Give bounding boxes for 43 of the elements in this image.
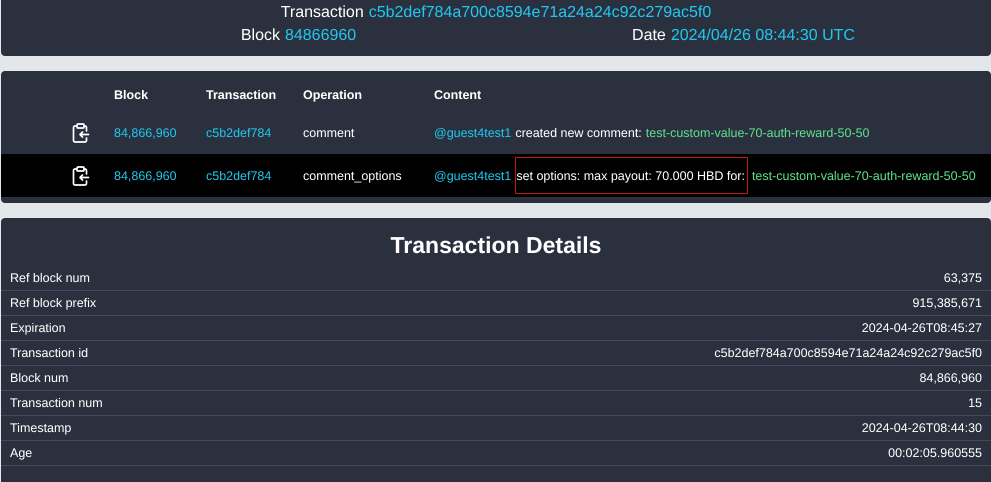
operation-type: comment — [303, 126, 354, 140]
detail-label: Transaction id — [10, 346, 88, 360]
detail-value: 2024-04-26T08:45:27 — [862, 321, 982, 335]
column-header: Block — [114, 88, 150, 102]
block-link[interactable]: 84,866,960 — [114, 168, 177, 182]
detail-label: Age — [10, 446, 32, 460]
block-link[interactable]: 84,866,960 — [114, 126, 177, 140]
column-header: Transaction — [206, 88, 278, 102]
column-header: Content — [434, 88, 482, 102]
transaction-id: c5b2def784a700c8594e71a24a24c92c279ac5f0 — [368, 4, 712, 21]
detail-label: Ref block num — [10, 271, 90, 285]
detail-value: 63,375 — [944, 271, 982, 285]
date-label: Date — [632, 26, 666, 46]
date-value: 2024/04/26 08:44:30 UTC — [670, 26, 855, 46]
detail-value: 00:02:05.960555 — [888, 446, 982, 460]
transaction-link[interactable]: c5b2def784 — [206, 168, 272, 182]
transaction-label: Transaction — [280, 4, 364, 21]
user-link[interactable]: @guest4test1 — [434, 126, 512, 140]
clipboard-icon — [72, 166, 90, 186]
detail-value: 2024-04-26T08:44:30 — [862, 421, 982, 435]
detail-label: Transaction num — [10, 396, 103, 410]
detail-value: 15 — [968, 396, 982, 410]
details-title: Transaction Details — [390, 231, 602, 260]
block-label: Block — [240, 26, 280, 46]
highlighted-operation-text: set options: max payout: 70.000 HBD for: — [515, 157, 748, 194]
detail-label: Timestamp — [10, 421, 72, 435]
column-header: Operation — [303, 88, 364, 102]
detail-value: c5b2def784a700c8594e71a24a24c92c279ac5f0 — [714, 346, 982, 360]
detail-label: Block num — [10, 371, 68, 385]
permlink-link[interactable]: test-custom-value-70-auth-reward-50-50 — [646, 126, 870, 140]
block-number: 84866960 — [284, 26, 356, 46]
operation-type: comment_options — [303, 168, 402, 182]
operation-text: created new comment: — [515, 126, 642, 140]
operation-row[interactable]: 84,866,960 c5b2def784 comment_options @guest4test1 set options: max payout: 70.000 HBD for: test-custom-value-70-auth-reward-50-50 — [1, 154, 991, 197]
detail-value: 84,866,960 — [919, 371, 982, 385]
detail-label: Expiration — [10, 321, 66, 335]
user-link[interactable]: @guest4test1 — [434, 168, 512, 182]
detail-label: Ref block prefix — [10, 296, 96, 310]
transaction-link[interactable]: c5b2def784 — [206, 126, 272, 140]
clipboard-icon — [72, 122, 90, 142]
permlink-link[interactable]: test-custom-value-70-auth-reward-50-50 — [752, 168, 976, 182]
detail-value: 915,385,671 — [912, 296, 982, 310]
operation-row[interactable]: 84,866,960 c5b2def784 comment @guest4test1 created new comment: test-custom-value-70-auth-reward-50-50 — [1, 111, 991, 154]
